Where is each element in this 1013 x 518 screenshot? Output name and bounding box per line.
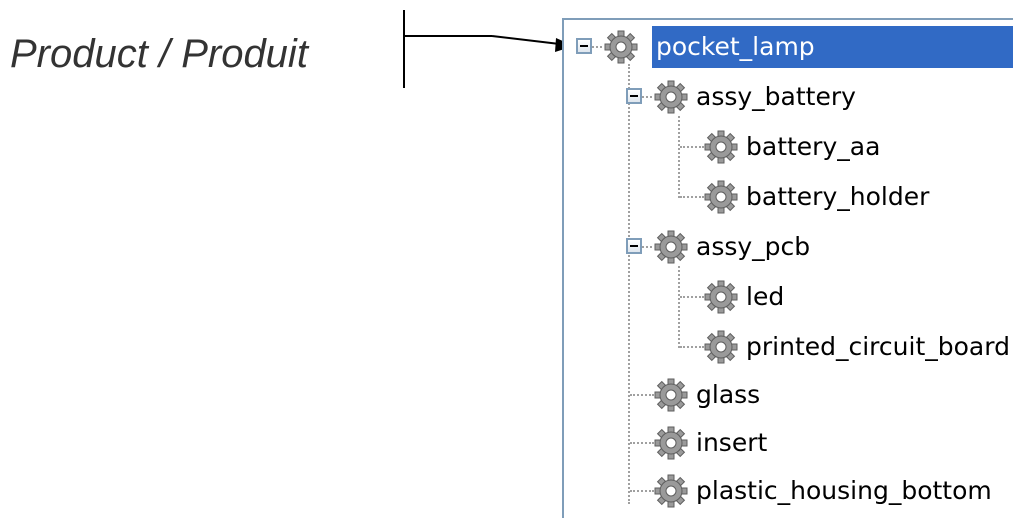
- tree-guide-line: [678, 266, 680, 348]
- tree-guide-line: [678, 116, 680, 198]
- tree-guide-line: [628, 64, 630, 504]
- tree-node-glass[interactable]: glass: [692, 374, 764, 416]
- tree-node-battery-holder[interactable]: battery_holder: [742, 176, 933, 218]
- tree-guide-line: [642, 96, 652, 98]
- gear-icon: [654, 80, 688, 114]
- tree-node-pocket-lamp[interactable]: pocket_lamp: [652, 26, 1013, 68]
- tree-node-assy-pcb[interactable]: assy_pcb: [692, 226, 814, 268]
- tree-guide-line: [680, 196, 704, 198]
- gear-icon: [704, 330, 738, 364]
- tree-guide-line: [680, 346, 704, 348]
- tree-guide-line: [680, 296, 704, 298]
- collapse-minus-icon[interactable]: [576, 38, 592, 54]
- tree-guide-line: [630, 490, 654, 492]
- tree-guide-line: [680, 146, 704, 148]
- gear-icon: [654, 230, 688, 264]
- tree-node-insert[interactable]: insert: [692, 422, 771, 464]
- tree-node-battery-aa[interactable]: battery_aa: [742, 126, 884, 168]
- collapse-minus-icon[interactable]: [626, 88, 642, 104]
- collapse-minus-icon[interactable]: [626, 238, 642, 254]
- tree-node-printed-circuit-board[interactable]: printed_circuit_board: [742, 326, 1013, 368]
- gear-icon: [654, 474, 688, 508]
- gear-icon: [654, 378, 688, 412]
- tree-guide-line: [630, 442, 654, 444]
- product-tree: pocket_lamp assy_battery battery_aa batt…: [562, 18, 1013, 518]
- gear-icon: [654, 426, 688, 460]
- tree-node-led[interactable]: led: [742, 276, 788, 318]
- tree-node-assy-battery[interactable]: assy_battery: [692, 76, 860, 118]
- gear-icon: [604, 30, 638, 64]
- gear-icon: [704, 130, 738, 164]
- gear-icon: [704, 180, 738, 214]
- tree-guide-line: [592, 46, 602, 48]
- gear-icon: [704, 280, 738, 314]
- tree-guide-line: [630, 394, 654, 396]
- tree-node-plastic-housing-bottom[interactable]: plastic_housing_bottom: [692, 470, 996, 512]
- tree-guide-line: [642, 246, 652, 248]
